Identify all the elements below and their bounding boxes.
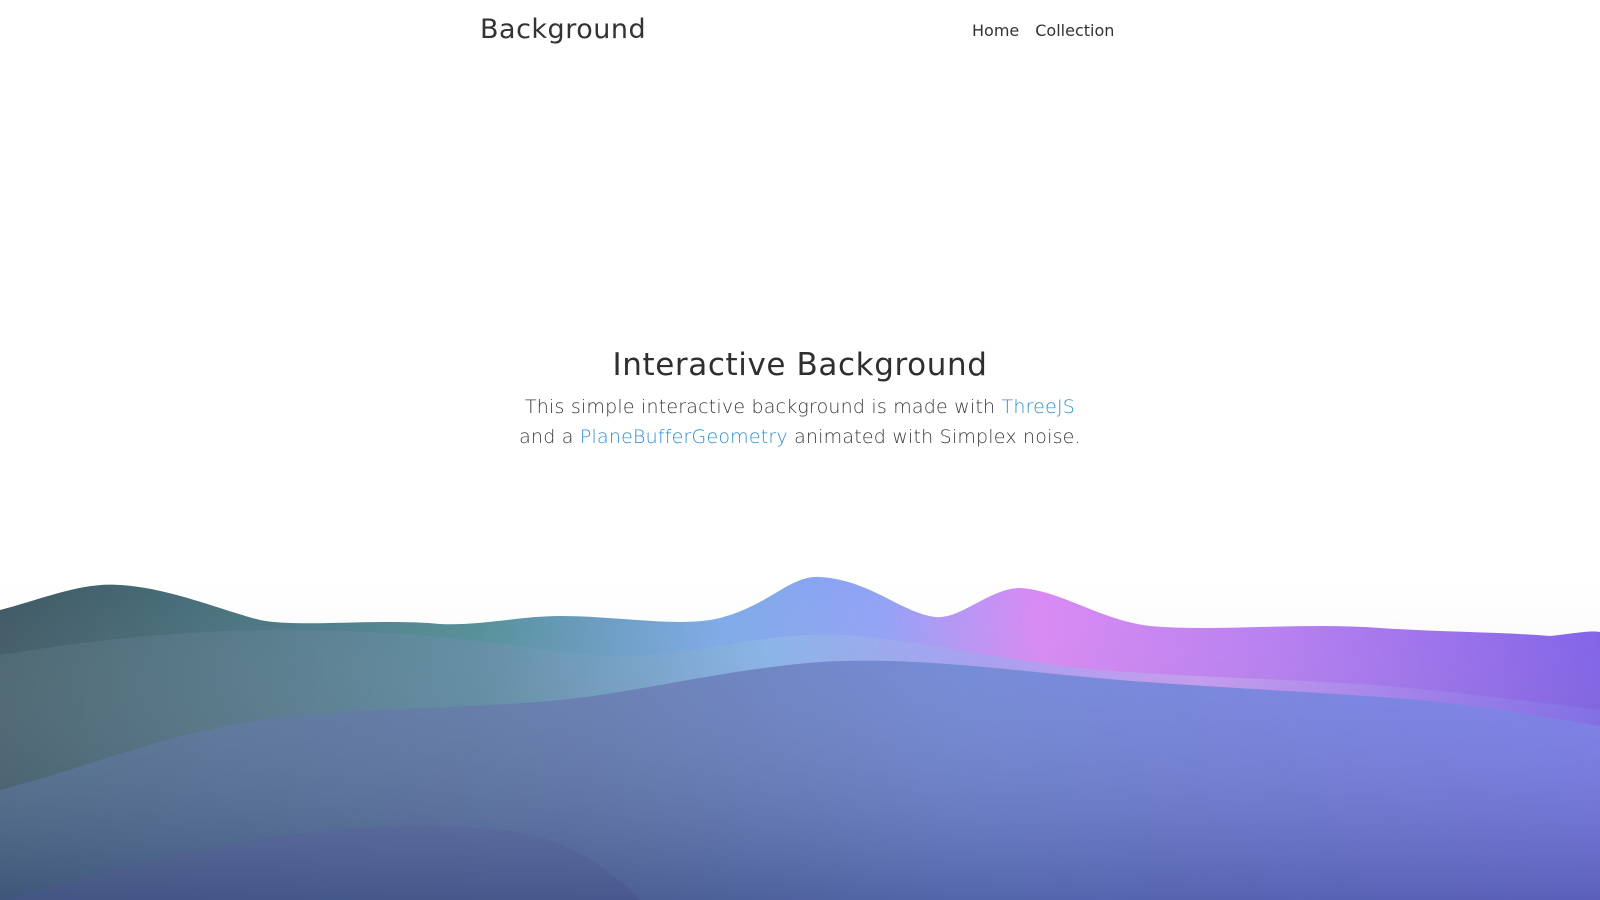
hero-section: Interactive Background This simple inter… bbox=[0, 340, 1600, 452]
planebuffergeometry-link[interactable]: PlaneBufferGeometry bbox=[580, 426, 788, 448]
threejs-link[interactable]: ThreeJS bbox=[1002, 396, 1076, 418]
page: Background Home Collection Interactive B… bbox=[0, 0, 1600, 900]
navbar: Background Home Collection bbox=[0, 0, 1600, 66]
nav-link-collection[interactable]: Collection bbox=[1035, 21, 1114, 40]
interactive-wave-background[interactable] bbox=[0, 560, 1600, 900]
wave-depth-shade bbox=[0, 560, 1600, 900]
hero-title: Interactive Background bbox=[612, 347, 988, 383]
hero-description: This simple interactive background is ma… bbox=[0, 392, 1600, 452]
brand-logo-link[interactable]: Background bbox=[480, 14, 646, 45]
nav-link-home[interactable]: Home bbox=[972, 21, 1019, 40]
hero-text-line1: This simple interactive background is ma… bbox=[524, 396, 1002, 418]
hero-text-line2-start: and a bbox=[519, 426, 580, 448]
nav-links: Home Collection bbox=[972, 21, 1114, 40]
hero-text-line2-end: animated with Simplex noise. bbox=[787, 426, 1081, 448]
